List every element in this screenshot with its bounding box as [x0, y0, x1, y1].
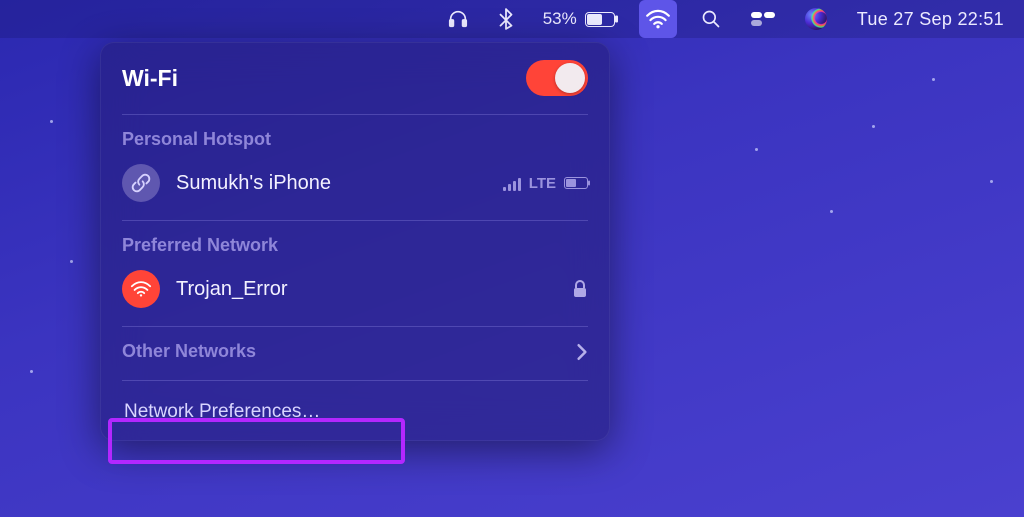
- other-networks-row[interactable]: Other Networks: [122, 337, 588, 370]
- battery-icon: [585, 12, 615, 27]
- headphones-menu[interactable]: [441, 0, 475, 38]
- divider: [122, 380, 588, 381]
- control-center-icon: [751, 12, 775, 26]
- decorative-star: [932, 78, 935, 81]
- chevron-wrapper: [576, 343, 588, 361]
- decorative-star: [990, 180, 993, 183]
- network-preferences-label: Network Preferences…: [124, 401, 320, 422]
- preferred-network-row[interactable]: Trojan_Error: [122, 264, 588, 316]
- preferred-wifi-circle: [122, 270, 160, 308]
- headphones-icon: [447, 8, 469, 30]
- lock-wrapper: [572, 280, 588, 298]
- wifi-menu[interactable]: [639, 0, 677, 38]
- spotlight-menu[interactable]: [695, 0, 727, 38]
- hotspot-device-name: Sumukh's iPhone: [176, 172, 487, 195]
- decorative-star: [872, 125, 875, 128]
- lock-icon: [572, 280, 588, 298]
- wifi-header: Wi-Fi: [122, 56, 588, 104]
- decorative-star: [830, 210, 833, 213]
- personal-hotspot-heading: Personal Hotspot: [122, 125, 588, 158]
- decorative-star: [50, 120, 53, 123]
- link-icon: [131, 173, 151, 193]
- search-icon: [701, 9, 721, 29]
- wifi-icon: [130, 280, 152, 298]
- preferred-network-heading: Preferred Network: [122, 231, 588, 264]
- bluetooth-menu[interactable]: [493, 0, 519, 38]
- divider: [122, 114, 588, 115]
- hotspot-circle: [122, 164, 160, 202]
- wifi-toggle[interactable]: [526, 60, 588, 96]
- hotspot-meta: LTE: [503, 175, 588, 192]
- menubar: 53% Tue 27 Sep 22:51: [0, 0, 1024, 38]
- wifi-title: Wi-Fi: [122, 65, 178, 92]
- clock-menu[interactable]: Tue 27 Sep 22:51: [851, 0, 1010, 38]
- network-preferences-row[interactable]: Network Preferences…: [122, 391, 588, 429]
- decorative-star: [755, 148, 758, 151]
- hotspot-device-row[interactable]: Sumukh's iPhone LTE: [122, 158, 588, 210]
- divider: [122, 220, 588, 221]
- bluetooth-icon: [499, 8, 513, 30]
- battery-menu[interactable]: 53%: [537, 0, 621, 38]
- wifi-dropdown-panel: Wi-Fi Personal Hotspot Sumukh's iPhone L…: [100, 42, 610, 441]
- clock-label: Tue 27 Sep 22:51: [857, 9, 1004, 30]
- signal-bars-icon: [503, 176, 521, 191]
- toggle-knob: [555, 63, 585, 93]
- siri-icon: [805, 8, 827, 30]
- siri-menu[interactable]: [799, 0, 833, 38]
- decorative-star: [70, 260, 73, 263]
- battery-percent-label: 53%: [543, 9, 577, 29]
- wifi-icon: [645, 9, 671, 29]
- preferred-ssid: Trojan_Error: [176, 278, 556, 301]
- chevron-right-icon: [576, 343, 588, 361]
- network-type-label: LTE: [529, 175, 556, 192]
- divider: [122, 326, 588, 327]
- decorative-star: [30, 370, 33, 373]
- control-center-menu[interactable]: [745, 0, 781, 38]
- other-networks-label: Other Networks: [122, 341, 256, 362]
- hotspot-battery-icon: [564, 177, 588, 189]
